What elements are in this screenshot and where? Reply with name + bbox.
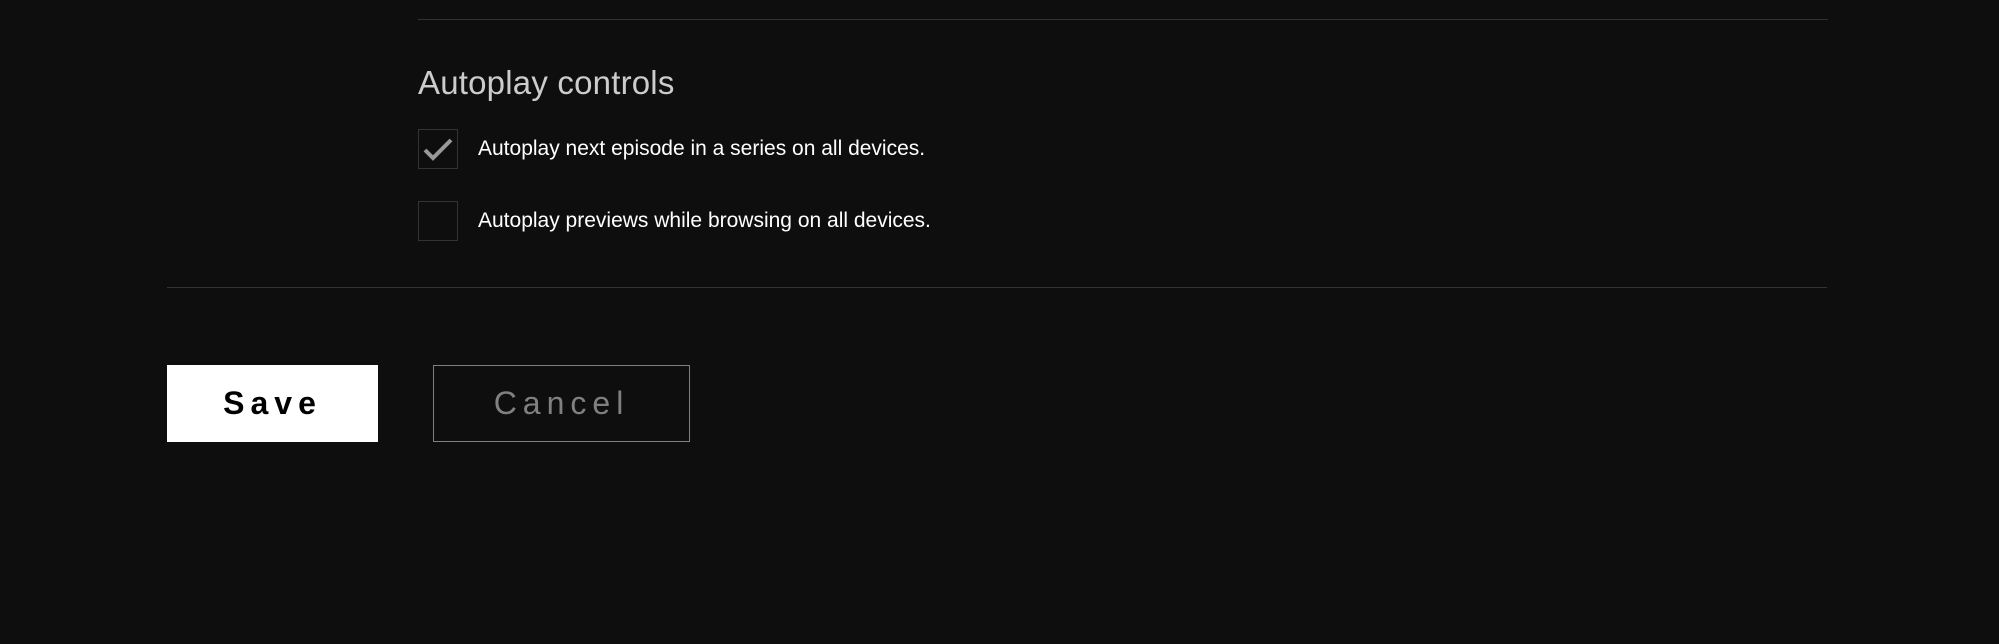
section-heading-autoplay: Autoplay controls (418, 64, 1818, 102)
checkbox-label-autoplay-next: Autoplay next episode in a series on all… (478, 137, 925, 161)
checkbox-label-autoplay-previews: Autoplay previews while browsing on all … (478, 209, 931, 233)
checkbox-row-autoplay-next: Autoplay next episode in a series on all… (418, 129, 1818, 169)
checkbox-row-autoplay-previews: Autoplay previews while browsing on all … (418, 201, 1818, 241)
divider-bottom (167, 287, 1827, 288)
cancel-button[interactable]: Cancel (433, 365, 690, 442)
autoplay-section: Autoplay controls Autoplay next episode … (418, 0, 1818, 241)
checkbox-autoplay-previews[interactable] (418, 201, 458, 241)
save-button[interactable]: Save (167, 365, 378, 442)
checkmark-icon (423, 137, 453, 161)
action-buttons: Save Cancel (167, 365, 690, 442)
divider-top (418, 19, 1828, 20)
checkbox-autoplay-next[interactable] (418, 129, 458, 169)
